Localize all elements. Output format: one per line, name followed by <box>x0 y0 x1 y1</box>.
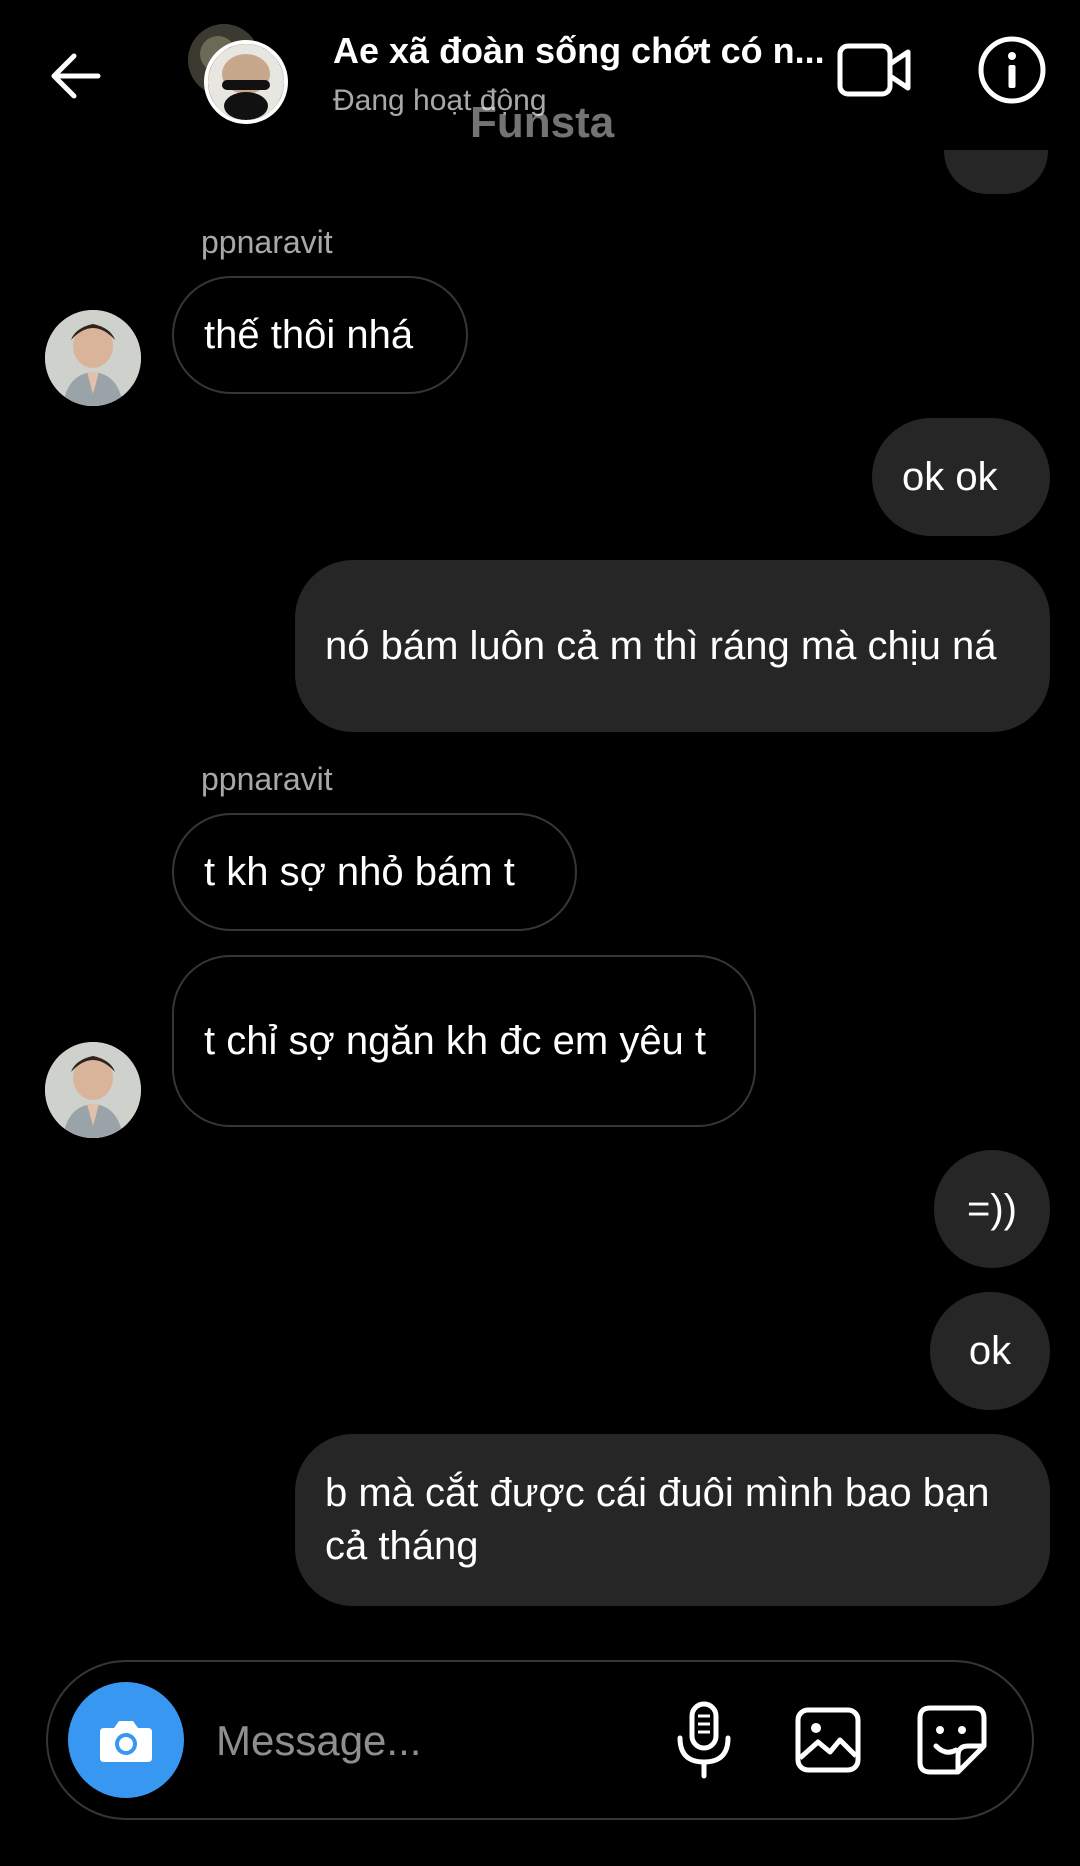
info-button[interactable] <box>976 34 1048 106</box>
group-avatar[interactable] <box>204 40 288 124</box>
message-input[interactable] <box>214 1704 658 1778</box>
avatar[interactable] <box>45 1042 141 1138</box>
message-text: =)) <box>967 1186 1017 1231</box>
voice-message-button[interactable] <box>672 1700 736 1780</box>
message-bubble-outgoing[interactable]: nó bám luôn cả m thì ráng mà chịu ná <box>295 560 1050 732</box>
sender-name: ppnaravit <box>201 761 333 797</box>
avatar[interactable] <box>45 310 141 406</box>
watermark: Funsta <box>470 98 615 147</box>
message-text: nó bám luôn cả m thì ráng mà chịu ná <box>325 623 997 668</box>
sticker-button[interactable] <box>916 1704 988 1776</box>
message-text: ok ok <box>902 454 998 499</box>
chat-title[interactable]: Ae xã đoàn sống chớt có n... <box>333 30 833 72</box>
sticker-icon <box>917 1705 987 1775</box>
message-bubble-incoming[interactable]: t kh sợ nhỏ bám t <box>172 813 577 931</box>
back-button[interactable] <box>40 44 112 108</box>
arrow-left-icon <box>51 53 101 99</box>
message-bubble-incoming[interactable]: t chỉ sợ ngăn kh đc em yêu t <box>172 955 756 1127</box>
sender-name: ppnaravit <box>201 224 333 260</box>
message-bubble-incoming[interactable]: thế thôi nhá <box>172 276 468 394</box>
message-bubble-outgoing[interactable]: ok <box>930 1292 1050 1410</box>
message-bubble-outgoing[interactable]: b mà cắt được cái đuôi mình bao bạn cả t… <box>295 1434 1050 1606</box>
camera-button[interactable] <box>68 1682 184 1798</box>
video-call-icon <box>837 43 911 97</box>
info-icon <box>978 36 1046 104</box>
message-text: t chỉ sợ ngăn kh đc em yêu t <box>204 1018 707 1063</box>
gallery-icon <box>795 1707 861 1773</box>
gallery-button[interactable] <box>794 1706 862 1774</box>
message-text: t kh sợ nhỏ bám t <box>204 849 515 894</box>
message-text: b mà cắt được cái đuôi mình bao bạn cả t… <box>325 1471 990 1568</box>
video-call-button[interactable] <box>836 38 916 102</box>
camera-icon <box>100 1721 152 1762</box>
message-text: thế thôi nhá <box>204 312 414 357</box>
message-bubble-outgoing[interactable]: =)) <box>934 1150 1050 1268</box>
microphone-icon <box>677 1701 731 1779</box>
message-text: ok <box>968 1328 1012 1373</box>
chat-header: Ae xã đoàn sống chớt có n... Đang hoạt đ… <box>0 0 1080 150</box>
message-bubble-outgoing[interactable]: ok ok <box>872 418 1050 536</box>
